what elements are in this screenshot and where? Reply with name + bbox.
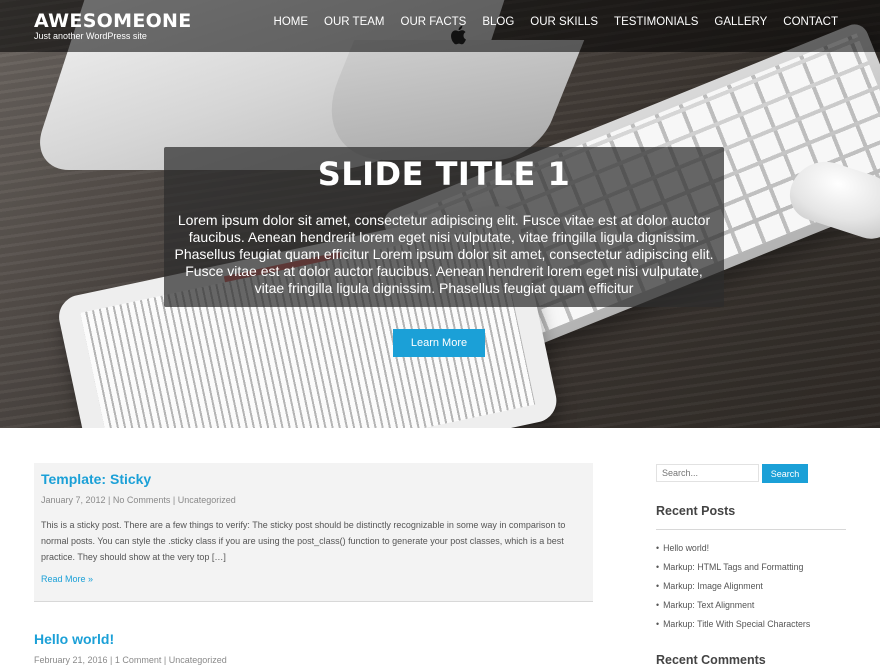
nav-item-home[interactable]: HOME [274,16,309,28]
learn-more-button[interactable]: Learn More [393,329,485,357]
site-header: AWESOMEONE Just another WordPress site H… [0,0,880,52]
post-title[interactable]: Template: Sticky [41,471,151,487]
recent-post-item[interactable]: Hello world! [656,540,810,559]
widget-divider [656,529,846,530]
nav-item-our-facts[interactable]: OUR FACTS [401,16,467,28]
post-title-hello-world[interactable]: Hello world! [34,631,114,647]
nav-item-contact[interactable]: CONTACT [783,16,838,28]
post-meta: January 7, 2012 | No Comments | Uncatego… [41,495,236,505]
recent-post-item[interactable]: Markup: Text Alignment [656,597,810,616]
nav-item-gallery[interactable]: GALLERY [714,16,767,28]
nav-item-our-team[interactable]: OUR TEAM [324,16,385,28]
site-title[interactable]: AWESOMEONE [34,10,192,32]
search-button[interactable]: Search [762,464,808,483]
recent-posts-list: Hello world! Markup: HTML Tags and Forma… [656,540,810,635]
recent-post-item[interactable]: Markup: Title With Special Characters [656,616,810,635]
recent-posts-title: Recent Posts [656,504,736,518]
recent-post-item[interactable]: Markup: Image Alignment [656,578,810,597]
recent-comments-title: Recent Comments [656,653,766,667]
main-nav: HOME OUR TEAM OUR FACTS BLOG OUR SKILLS … [258,16,838,28]
slide-caption: SLIDE TITLE 1 Lorem ipsum dolor sit amet… [164,147,724,307]
post-excerpt: This is a sticky post. There are a few t… [41,520,566,562]
post-meta-hello-world: February 21, 2016 | 1 Comment | Uncatego… [34,655,227,665]
recent-post-item[interactable]: Markup: HTML Tags and Formatting [656,559,810,578]
slide-text: Lorem ipsum dolor sit amet, consectetur … [174,212,714,296]
nav-item-our-skills[interactable]: OUR SKILLS [530,16,598,28]
nav-item-blog[interactable]: BLOG [482,16,514,28]
slide-title: SLIDE TITLE 1 [317,155,571,193]
hero-slider: SLIDE TITLE 1 Lorem ipsum dolor sit amet… [0,0,880,428]
nav-item-testimonials[interactable]: TESTIMONIALS [614,16,698,28]
search-input[interactable] [656,464,759,482]
read-more-link[interactable]: Read More » [41,574,93,584]
site-tagline: Just another WordPress site [34,31,147,41]
sticky-post: Template: Sticky January 7, 2012 | No Co… [34,463,593,602]
